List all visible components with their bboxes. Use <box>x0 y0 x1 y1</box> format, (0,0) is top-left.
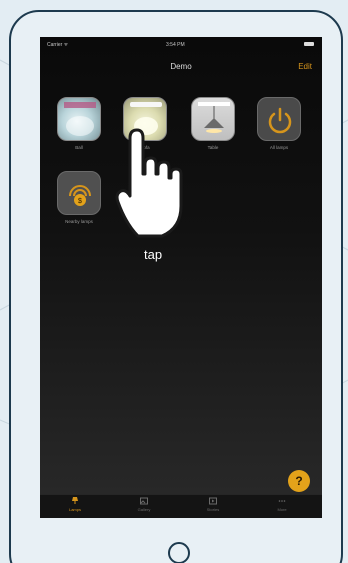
tab-label: More <box>277 507 287 512</box>
lamp-tile-all[interactable]: All lamps <box>257 97 301 150</box>
tab-stories[interactable]: Stories <box>185 497 241 512</box>
more-icon <box>278 500 286 502</box>
lamp-icon <box>72 497 78 504</box>
tab-label: Stories <box>206 507 220 512</box>
tab-label: Gallery <box>137 507 151 512</box>
edit-button[interactable]: Edit <box>298 62 312 71</box>
gallery-icon <box>140 497 148 505</box>
table-lamp-icon <box>191 97 235 141</box>
lamp-caption: Table <box>207 145 219 150</box>
tab-lamps[interactable]: Lamps <box>47 497 103 512</box>
tab-label: Lamps <box>68 507 81 512</box>
tab-bar: Lamps Gallery Stories More <box>40 494 322 518</box>
battery-icon <box>304 42 314 46</box>
lamp-caption: Ball <box>75 145 83 150</box>
lamp-tile-table[interactable]: Table <box>191 97 235 150</box>
help-button[interactable]: ? <box>288 470 310 492</box>
carrier-label: Carrier ᯤ <box>47 42 69 48</box>
tab-more[interactable]: More <box>254 497 310 512</box>
lamp-tile-ball[interactable]: Ball <box>57 97 101 150</box>
power-icon <box>257 97 301 141</box>
status-time: 3:54 PM <box>166 42 185 48</box>
stories-icon <box>209 497 217 505</box>
svg-text:$: $ <box>78 198 82 205</box>
lamp-caption: All lamps <box>269 145 289 150</box>
status-bar: Carrier ᯤ 3:54 PM <box>40 37 322 53</box>
tapping-hand-icon <box>115 128 183 238</box>
page-title: Demo <box>170 62 192 71</box>
app-screen: Carrier ᯤ 3:54 PM Demo Edit Ball Sofa Ta… <box>40 37 322 518</box>
ball-lamp-icon <box>57 97 101 141</box>
gesture-label: tap <box>144 247 163 262</box>
home-button[interactable] <box>168 542 190 563</box>
lamp-tile-nearby[interactable]: $ Nearby lamps <box>57 171 101 224</box>
nearby-icon: $ <box>57 171 101 215</box>
tab-gallery[interactable]: Gallery <box>116 497 172 512</box>
lamp-caption: Nearby lamps <box>65 219 93 224</box>
